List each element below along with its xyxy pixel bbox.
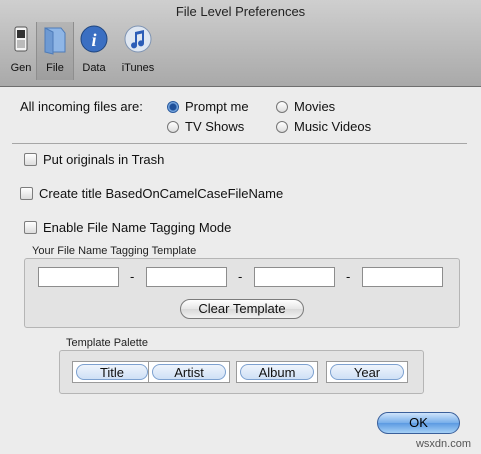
toolbar-itunes-button[interactable]: iTunes [118, 22, 158, 80]
radio-prompt-me[interactable]: Prompt me [167, 99, 249, 114]
palette-year-token: Year [330, 364, 404, 380]
template-group: - - - Clear Template [24, 258, 460, 328]
preferences-content: All incoming files are: Prompt me Movies… [0, 87, 481, 454]
radio-music-videos[interactable]: Music Videos [276, 119, 371, 134]
radio-prompt-me-label: Prompt me [185, 99, 249, 114]
toolbar-file-label: File [46, 62, 64, 74]
palette-title-token: Title [76, 364, 148, 380]
palette-group-label: Template Palette [66, 337, 148, 349]
radio-tv-shows-label: TV Shows [185, 119, 245, 134]
checkbox-put-originals-in-trash[interactable]: Put originals in Trash [24, 152, 164, 167]
checkbox-camel-label: Create title BasedOnCamelCaseFileName [39, 186, 284, 201]
palette-album-token: Album [240, 364, 314, 380]
template-separator: - [238, 269, 243, 284]
watermark-text: wsxdn.com [415, 438, 471, 450]
toolbar-itunes-label: iTunes [121, 62, 155, 74]
template-field-4[interactable] [362, 267, 443, 287]
radio-music-videos-label: Music Videos [294, 119, 372, 134]
template-group-label: Your File Name Tagging Template [32, 245, 197, 257]
template-field-3[interactable] [254, 267, 335, 287]
clear-template-button[interactable]: Clear Template [180, 299, 304, 319]
checkbox-enable-tagging-mode[interactable]: Enable File Name Tagging Mode [24, 220, 231, 235]
palette-group: Title Artist Album Year [59, 350, 424, 394]
radio-indicator [276, 120, 288, 133]
toolbar-file-button[interactable]: File [36, 22, 74, 80]
checkbox-box [20, 187, 33, 200]
palette-item-album[interactable]: Album [236, 361, 318, 383]
toolbar-data-label: Data [82, 62, 106, 74]
radio-movies[interactable]: Movies [276, 99, 335, 114]
itunes-icon [124, 25, 152, 53]
palette-artist-token: Artist [152, 364, 226, 380]
ok-button[interactable]: OK [377, 412, 460, 434]
checkbox-tagging-label: Enable File Name Tagging Mode [43, 220, 232, 235]
radio-tv-shows[interactable]: TV Shows [167, 119, 244, 134]
window-titlebar: File Level Preferences Gen File i Data i… [0, 0, 481, 87]
folder-icon [44, 27, 66, 55]
incoming-files-label: All incoming files are: [20, 99, 143, 114]
toolbar-data-button[interactable]: i Data [76, 22, 112, 80]
template-field-1[interactable] [38, 267, 119, 287]
palette-item-year[interactable]: Year [326, 361, 408, 383]
checkbox-trash-label: Put originals in Trash [43, 152, 165, 167]
radio-indicator [276, 100, 288, 113]
section-divider [12, 143, 467, 144]
svg-text:i: i [91, 30, 96, 50]
radio-selected-indicator [167, 100, 179, 113]
info-icon: i [80, 25, 108, 53]
radio-indicator [167, 120, 179, 133]
window-title: File Level Preferences [175, 4, 306, 19]
checkbox-box [24, 153, 37, 166]
radio-movies-label: Movies [294, 99, 336, 114]
toolbar-general-button[interactable]: Gen [4, 22, 38, 80]
palette-item-title[interactable]: Title [72, 361, 152, 383]
checkbox-create-title-camelcase[interactable]: Create title BasedOnCamelCaseFileName [20, 186, 283, 201]
toolbar-general-label: Gen [10, 62, 32, 74]
template-field-2[interactable] [146, 267, 227, 287]
palette-item-artist[interactable]: Artist [148, 361, 230, 383]
template-separator: - [130, 269, 135, 284]
preferences-window: File Level Preferences Gen File i Data i… [0, 0, 481, 454]
template-separator: - [346, 269, 351, 284]
switch-icon [14, 26, 28, 52]
checkbox-box [24, 221, 37, 234]
